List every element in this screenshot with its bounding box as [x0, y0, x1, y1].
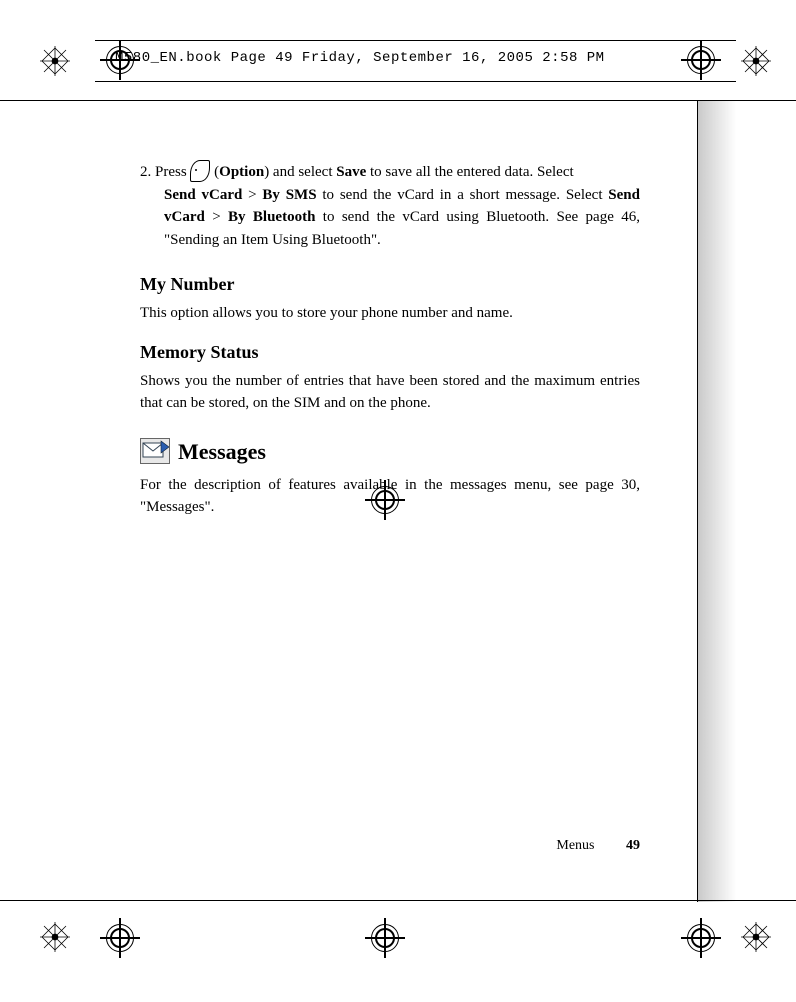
print-mark-icon — [40, 922, 70, 952]
page-footer: Menus 49 — [140, 838, 640, 854]
running-header: M580_EN.book Page 49 Friday, September 1… — [115, 50, 605, 66]
my-number-body: This option allows you to store your pho… — [140, 302, 640, 325]
crop-line — [0, 900, 796, 901]
print-mark-icon — [40, 46, 70, 76]
text: > — [205, 209, 228, 225]
by-sms-label: By SMS — [262, 187, 316, 203]
crosshair-icon — [365, 918, 405, 958]
text: ) and select — [264, 164, 336, 180]
print-mark-icon — [741, 922, 771, 952]
page-content: 2. Press (Option) and select Save to sav… — [140, 160, 640, 533]
print-mark-icon — [741, 46, 771, 76]
save-label: Save — [336, 164, 366, 180]
heading-messages: Messages — [178, 435, 266, 468]
messages-icon — [140, 438, 170, 464]
crop-line — [0, 100, 796, 101]
crosshair-icon — [100, 918, 140, 958]
text: 2. Press — [140, 164, 190, 180]
by-bluetooth-label: By Bluetooth — [228, 209, 315, 225]
option-label: Option — [219, 164, 264, 180]
page-number: 49 — [626, 838, 640, 853]
messages-body: For the description of features availabl… — [140, 474, 640, 519]
text: > — [242, 187, 262, 203]
step-2-cont: Send vCard > By SMS to send the vCard in… — [140, 184, 640, 252]
step-2: 2. Press (Option) and select Save to sav… — [140, 160, 640, 184]
text: to save all the entered data. Select — [366, 164, 573, 180]
heading-memory-status: Memory Status — [140, 339, 640, 366]
memory-status-body: Shows you the number of entries that hav… — [140, 370, 640, 415]
heading-my-number: My Number — [140, 271, 640, 298]
text: to send the vCard in a short message. Se… — [317, 187, 609, 203]
page-shadow — [698, 100, 746, 902]
heading-messages-row: Messages — [140, 435, 640, 468]
crosshair-icon — [681, 918, 721, 958]
footer-section: Menus — [556, 838, 594, 853]
softkey-icon — [190, 160, 210, 182]
send-vcard-label: Send vCard — [164, 187, 242, 203]
